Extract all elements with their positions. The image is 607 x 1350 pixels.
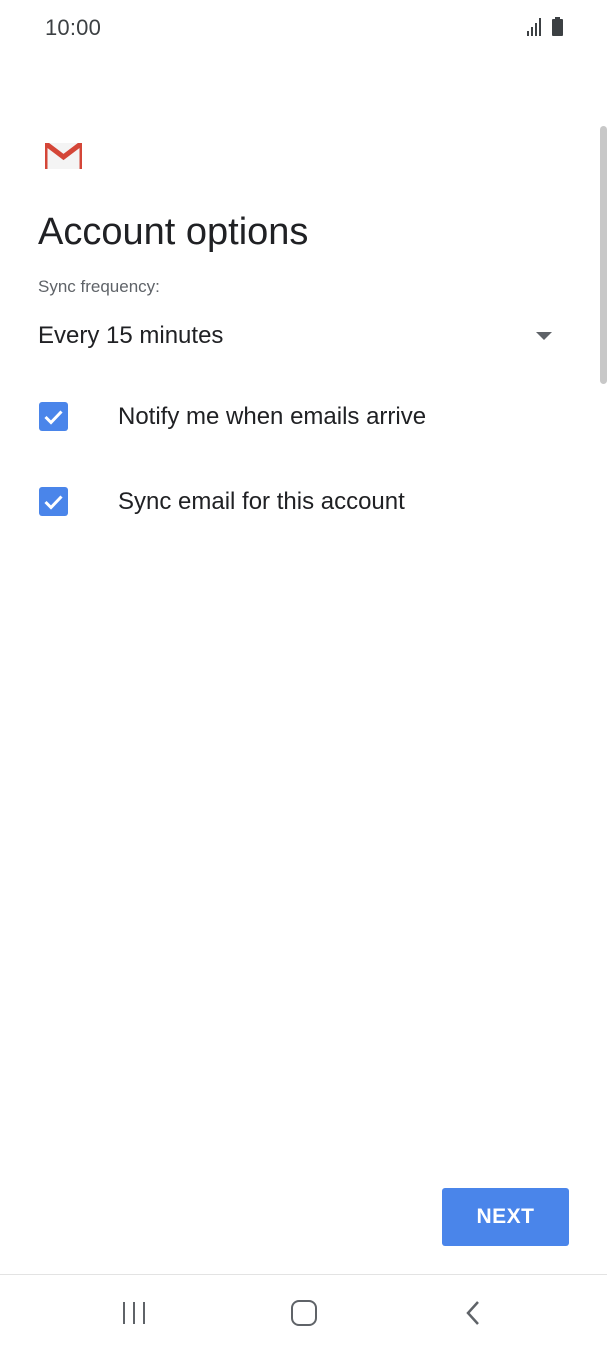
notify-checkbox[interactable] [39,402,68,431]
page-title: Account options [38,211,309,253]
battery-icon [552,17,563,36]
gmail-logo-icon [45,143,82,169]
status-bar: 10:00 [0,0,607,56]
notify-label: Notify me when emails arrive [118,403,427,430]
scrollbar[interactable] [600,126,607,384]
sync-email-label: Sync email for this account [118,488,405,515]
signal-bars-icon [527,18,543,36]
sync-frequency-label: Sync frequency: [38,277,160,296]
status-icons [527,17,563,36]
recents-icon[interactable] [122,1302,146,1324]
next-button[interactable]: NEXT [442,1188,569,1246]
sync-email-checkbox[interactable] [39,487,68,516]
notify-option[interactable]: Notify me when emails arrive [38,397,558,437]
home-icon[interactable] [291,1300,317,1326]
dropdown-arrow-icon [536,332,552,340]
sync-email-option[interactable]: Sync email for this account [38,482,558,522]
status-time: 10:00 [45,15,102,40]
sync-frequency-dropdown[interactable]: Every 15 minutes [38,318,558,358]
navigation-bar [0,1275,607,1350]
account-options-screen: 10:00 Account options Sync frequency: Ev… [0,0,607,1350]
sync-frequency-value: Every 15 minutes [38,322,224,349]
back-icon[interactable] [463,1299,483,1327]
checkmark-icon [44,495,63,510]
checkmark-icon [44,410,63,425]
